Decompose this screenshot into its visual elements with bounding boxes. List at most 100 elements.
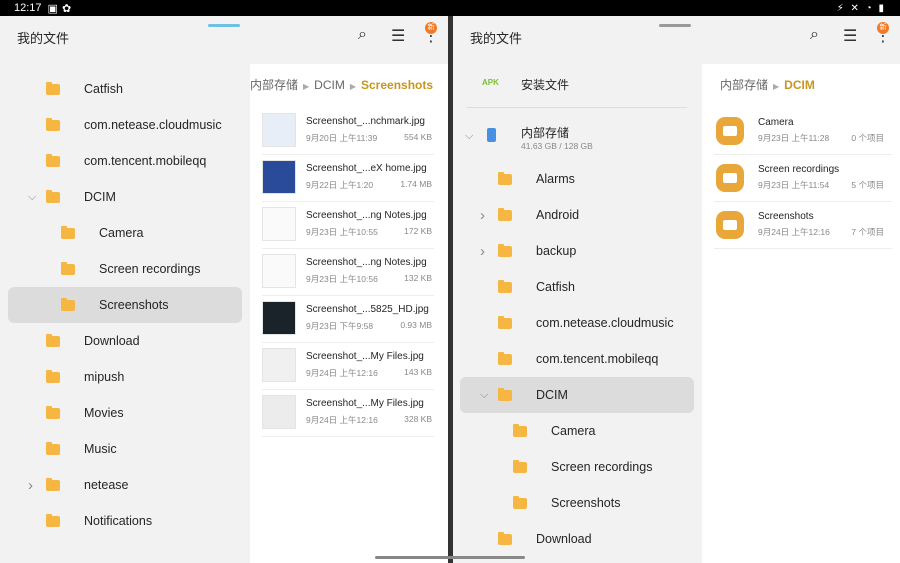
- list-view-icon[interactable]: ☰: [391, 26, 405, 46]
- tree-item[interactable]: mipush: [8, 359, 242, 395]
- breadcrumb-item[interactable]: 内部存储: [250, 78, 298, 92]
- system-icons: ⚡ ✕ ◔ ▮: [836, 2, 886, 14]
- chevron-down-icon[interactable]: ⌵: [28, 191, 36, 204]
- search-icon[interactable]: ⌕: [358, 26, 367, 44]
- list-view-icon[interactable]: ☰: [843, 26, 857, 46]
- tree-item-label: Download: [536, 532, 592, 546]
- tree-item-label: Camera: [99, 226, 144, 240]
- file-item[interactable]: Screenshot_...My Files.jpg 9月24日 上午12:16…: [262, 390, 434, 437]
- tree-item[interactable]: ⌵ DCIM: [460, 377, 694, 413]
- tree-item[interactable]: Alarms: [460, 161, 694, 197]
- apk-label: 安装文件: [521, 78, 570, 92]
- file-item[interactable]: Screenshot_...ng Notes.jpg 9月23日 上午10:55…: [262, 202, 434, 249]
- tree-item[interactable]: Screen recordings: [8, 251, 242, 287]
- file-item[interactable]: Screenshot_...5825_HD.jpg 9月23日 下午9:58 0…: [262, 296, 434, 343]
- tree-item[interactable]: com.tencent.mobileqq: [460, 341, 694, 377]
- tree-item[interactable]: com.tencent.mobileqq: [8, 143, 242, 179]
- chevron-down-icon[interactable]: ⌵: [480, 389, 488, 402]
- tree-item[interactable]: ⌵ DCIM: [8, 179, 242, 215]
- folder-tree: Alarms › Android › backup Catfish com.netease.…: [460, 161, 694, 557]
- clock: 12:17: [14, 2, 42, 14]
- folder-icon: [46, 513, 60, 527]
- file-name: Screenshot_...5825_HD.jpg: [306, 304, 429, 315]
- folder-icon: [513, 459, 527, 473]
- gallery-icon: ▣: [47, 2, 58, 15]
- status-bar: 12:17 ▣ ✿ ⚡ ✕ ◔ ▮: [0, 0, 900, 16]
- file-name: Screenshot_...eX home.jpg: [306, 163, 427, 174]
- tree-item[interactable]: com.netease.cloudmusic: [8, 107, 242, 143]
- folder-icon: [46, 153, 60, 167]
- folder-tree: Catfish com.netease.cloudmusic com.tencent…: [8, 71, 242, 539]
- file-size: 0.93 MB: [400, 320, 432, 330]
- tree-item-label: Movies: [84, 406, 124, 420]
- tree-item[interactable]: Notifications: [8, 503, 242, 539]
- phone-icon: [487, 128, 496, 142]
- file-size: 328 KB: [404, 414, 432, 424]
- folder-icon: [46, 117, 60, 131]
- file-list-panel: 内部存储 ▶ DCIM ▶ Screenshots Screenshot_...nchm…: [250, 64, 448, 563]
- tree-item[interactable]: Download: [8, 323, 242, 359]
- tree-item[interactable]: Catfish: [460, 269, 694, 305]
- folder-list-panel: 内部存储 ▶ DCIM Camera 9月23日 上午11:28 0 个项目 Scr…: [702, 64, 900, 563]
- tree-item[interactable]: › backup: [460, 233, 694, 269]
- file-size: 554 KB: [404, 132, 432, 142]
- chevron-right-icon[interactable]: ›: [28, 477, 33, 494]
- folder-icon: [513, 423, 527, 437]
- tree-item[interactable]: Screenshots: [460, 485, 694, 521]
- file-date: 9月20日 上午11:39: [306, 133, 378, 143]
- tree-item-label: Screen recordings: [99, 262, 201, 276]
- breadcrumb-item[interactable]: DCIM: [314, 78, 345, 92]
- file-size: 172 KB: [404, 226, 432, 236]
- folder-icon: [498, 351, 512, 365]
- search-icon[interactable]: ⌕: [810, 26, 819, 44]
- file-date: 9月22日 上午1:20: [306, 180, 374, 190]
- file-name: Screenshot_...nchmark.jpg: [306, 116, 425, 127]
- tree-item[interactable]: › Android: [460, 197, 694, 233]
- tree-item[interactable]: Screenshots: [8, 287, 242, 323]
- chevron-down-icon[interactable]: ⌵: [465, 130, 473, 143]
- folder-icon: [498, 531, 512, 545]
- folder-item[interactable]: Screen recordings 9月23日 上午11:54 5 个项目: [714, 155, 892, 202]
- tree-item[interactable]: › netease: [8, 467, 242, 503]
- folder-icon: [498, 315, 512, 329]
- tree-item[interactable]: Screen recordings: [460, 449, 694, 485]
- image-thumbnail: [262, 113, 296, 147]
- breadcrumb-item[interactable]: 内部存储: [720, 78, 768, 92]
- folder-date: 9月24日 上午12:16: [758, 227, 830, 237]
- tree-item[interactable]: Movies: [8, 395, 242, 431]
- image-thumbnail: [262, 301, 296, 335]
- folder-icon: [46, 405, 60, 419]
- folder-date: 9月23日 上午11:54: [758, 180, 830, 190]
- tree-item[interactable]: com.netease.cloudmusic: [460, 305, 694, 341]
- file-item[interactable]: Screenshot_...My Files.jpg 9月24日 上午12:16…: [262, 343, 434, 390]
- tree-item[interactable]: Download: [460, 521, 694, 557]
- internal-storage-row[interactable]: ⌵ 内部存储 41.63 GB / 128 GB: [460, 113, 694, 161]
- file-item[interactable]: Screenshot_...eX home.jpg 9月22日 上午1:20 1…: [262, 155, 434, 202]
- folder-icon: [46, 189, 60, 203]
- new-badge: 新: [425, 22, 437, 34]
- image-thumbnail: [262, 348, 296, 382]
- settings-icon: ✿: [61, 2, 72, 15]
- folder-icon: [46, 369, 60, 383]
- folder-date: 9月23日 上午11:28: [758, 133, 830, 143]
- file-name: Screenshot_...My Files.jpg: [306, 398, 424, 409]
- tree-item[interactable]: Music: [8, 431, 242, 467]
- folder-item[interactable]: Camera 9月23日 上午11:28 0 个项目: [714, 108, 892, 155]
- file-item[interactable]: Screenshot_...ng Notes.jpg 9月23日 上午10:56…: [262, 249, 434, 296]
- apk-row[interactable]: APK 安装文件: [460, 65, 694, 101]
- chevron-right-icon[interactable]: ›: [480, 243, 485, 260]
- tree-item[interactable]: Catfish: [8, 71, 242, 107]
- folder-name: Camera: [758, 117, 794, 128]
- tree-item-label: Camera: [551, 424, 596, 438]
- tree-item[interactable]: Camera: [460, 413, 694, 449]
- gesture-bar[interactable]: [375, 556, 525, 559]
- app-title: 我的文件: [470, 31, 523, 46]
- chevron-right-icon[interactable]: ›: [480, 207, 485, 224]
- folder-icon: [46, 81, 60, 95]
- folder-item[interactable]: Screenshots 9月24日 上午12:16 7 个项目: [714, 202, 892, 249]
- tree-item[interactable]: Camera: [8, 215, 242, 251]
- folder-name: Screen recordings: [758, 164, 840, 175]
- tree-item-label: com.netease.cloudmusic: [536, 316, 674, 330]
- file-item[interactable]: Screenshot_...nchmark.jpg 9月20日 上午11:39 …: [262, 108, 434, 155]
- image-thumbnail: [262, 207, 296, 241]
